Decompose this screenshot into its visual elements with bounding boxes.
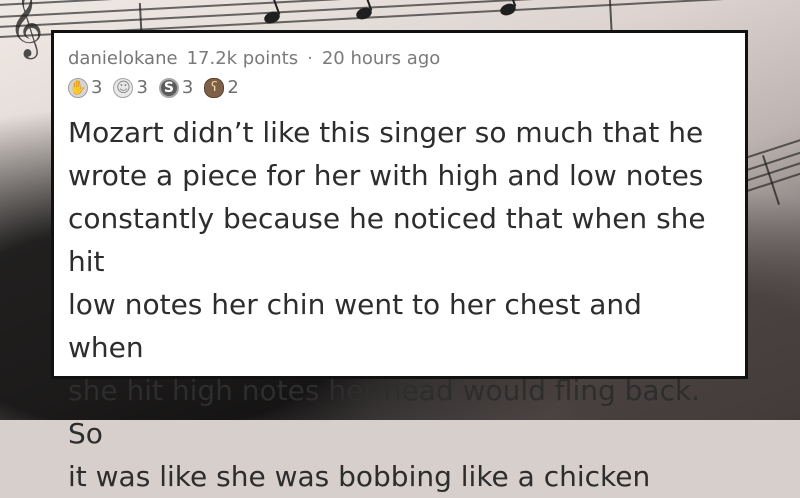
comment-body: Mozart didn’t like this singer so much t…	[68, 111, 725, 498]
award-count-silver: 3	[181, 76, 194, 98]
comment-line-6: it was like she was bobbing like a chick…	[68, 459, 651, 493]
comment-line-5: she hit high notes her head would fling …	[68, 373, 701, 450]
award-bear[interactable]: ʕ 2	[204, 76, 239, 98]
comment-awards: ✋ 3 ☺ 3 S 3 ʕ 2	[68, 75, 725, 101]
comment-line-1: Mozart didn’t like this singer so much t…	[68, 115, 704, 149]
award-face[interactable]: ☺ 3	[113, 76, 148, 98]
bear-icon: ʕ	[204, 77, 225, 98]
comment-author[interactable]: danielokane	[68, 49, 178, 69]
award-count-hand: 3	[91, 76, 103, 98]
comment-card: danielokane 17.2k points · 20 hours ago …	[51, 30, 748, 493]
comment-line-3: constantly because he noticed that when …	[68, 201, 706, 278]
award-hand[interactable]: ✋ 3	[68, 76, 103, 98]
meta-separator: ·	[307, 48, 313, 69]
hand-icon: ✋	[68, 77, 88, 98]
comment-line-4: low notes her chin went to her chest and…	[68, 287, 642, 364]
award-silver[interactable]: S 3	[158, 76, 194, 98]
comment-points: 17.2k points	[186, 48, 299, 69]
award-count-bear: 2	[227, 76, 239, 98]
comment-timestamp[interactable]: 20 hours ago	[322, 49, 440, 69]
silver-icon: S	[158, 77, 179, 98]
award-count-face: 3	[136, 76, 148, 98]
comment-meta: danielokane 17.2k points · 20 hours ago	[68, 49, 725, 69]
comment-line-2: wrote a piece for her with high and low …	[68, 158, 704, 192]
face-icon: ☺	[113, 77, 134, 98]
